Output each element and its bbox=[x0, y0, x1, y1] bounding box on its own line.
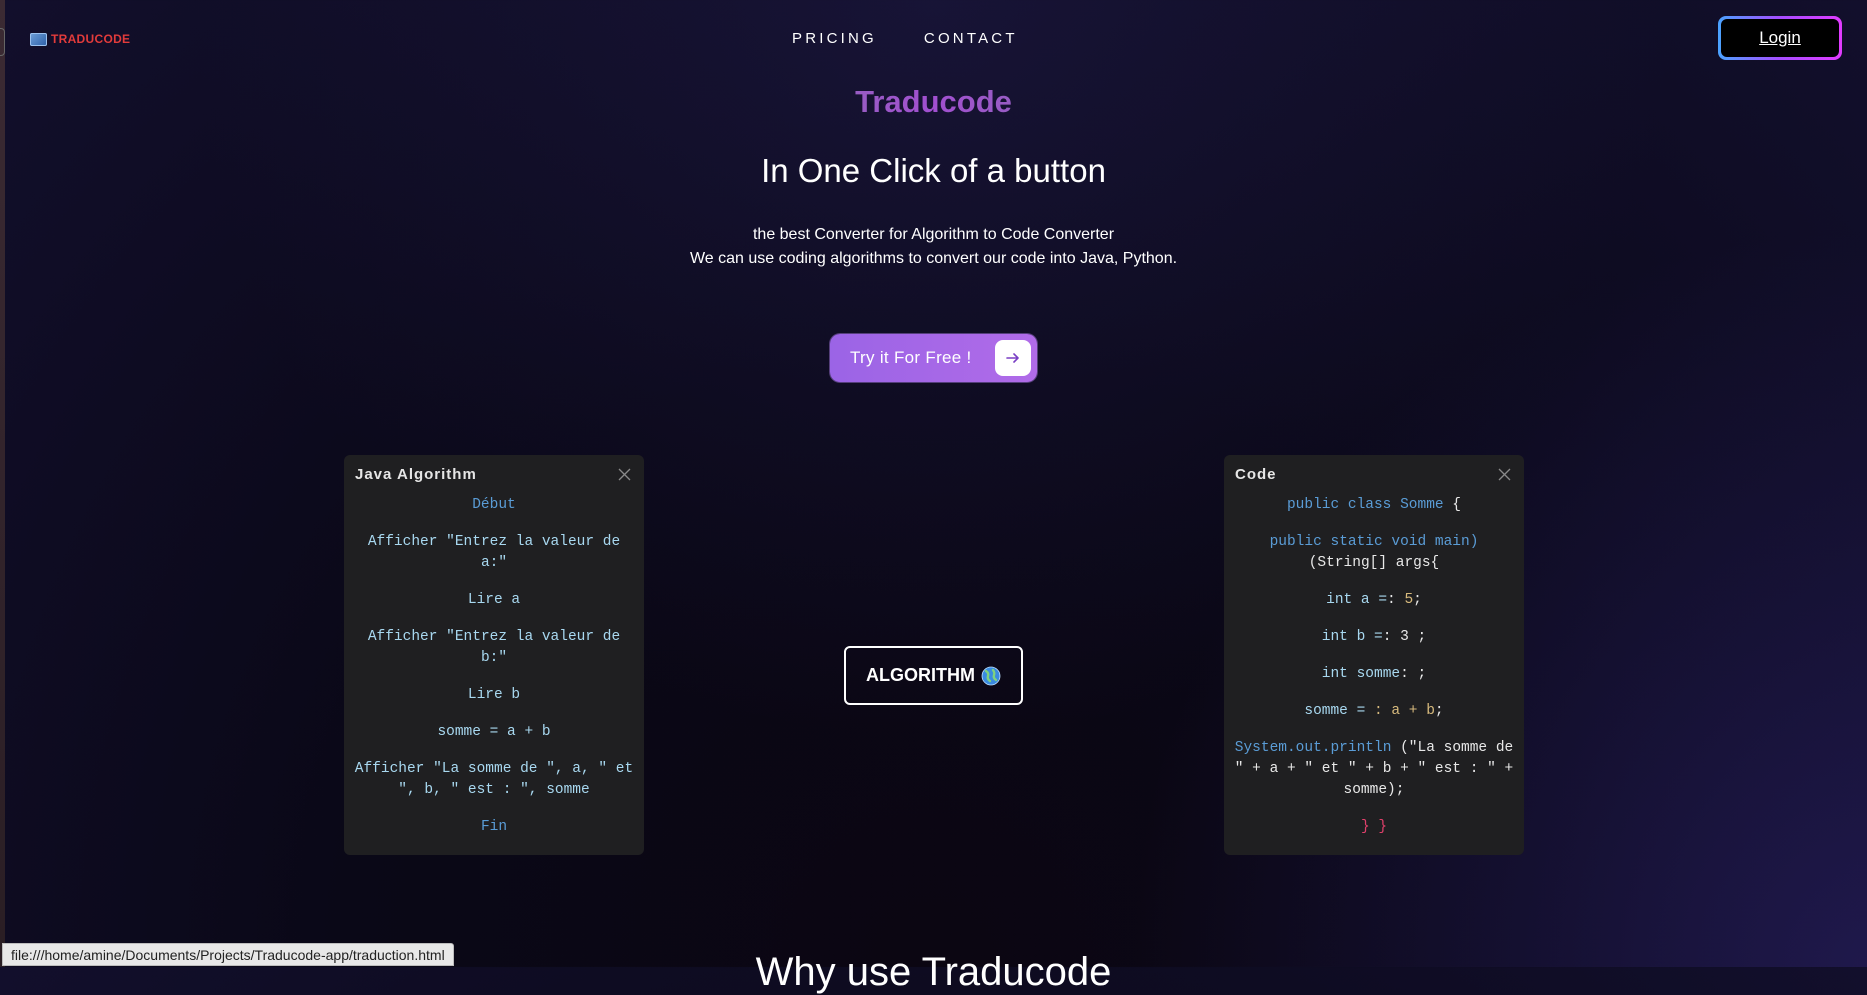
code-text: int a = bbox=[1326, 592, 1388, 608]
try-free-button[interactable]: Try it For Free ! bbox=[830, 334, 1037, 382]
main-nav: PRICING CONTACT bbox=[792, 30, 1018, 47]
hero-description: the best Converter for Algorithm to Code… bbox=[0, 223, 1867, 271]
algorithm-button[interactable]: ALGORITHM bbox=[844, 646, 1023, 705]
code-text: : a + b bbox=[1374, 703, 1435, 719]
logo[interactable]: TRADUCODE bbox=[30, 32, 130, 46]
code-line: Fin bbox=[480, 819, 508, 835]
code-keyword: public class Somme bbox=[1286, 497, 1444, 513]
hero-description-line-2: We can use coding algorithms to convert … bbox=[689, 250, 1178, 267]
logo-text: TRADUCODE bbox=[51, 32, 131, 46]
code-line: Afficher "La somme de ", a, " et ", b, "… bbox=[354, 761, 634, 798]
code-card-title: Code bbox=[1235, 466, 1277, 483]
code-line: public class Somme { bbox=[1234, 495, 1514, 516]
logo-icon bbox=[30, 32, 47, 46]
code-line: int a =: 5; bbox=[1234, 590, 1514, 611]
algorithm-button-label: ALGORITHM bbox=[866, 665, 975, 685]
close-icon[interactable] bbox=[618, 468, 631, 486]
window-left-edge bbox=[0, 0, 5, 967]
code-text: ; bbox=[1434, 703, 1444, 719]
code-text: int b = bbox=[1321, 629, 1383, 645]
code-line: Afficher "Entrez la valeur de b:" bbox=[367, 629, 621, 666]
code-text: ; bbox=[1413, 592, 1422, 608]
code-text: : ; bbox=[1400, 666, 1427, 682]
generated-code: public class Somme { public static void … bbox=[1234, 495, 1514, 854]
code-keyword: System.out.println bbox=[1234, 740, 1392, 756]
code-line: somme = : a + b; bbox=[1234, 701, 1514, 722]
code-card: Code public class Somme { public static … bbox=[1224, 455, 1524, 855]
code-line: System.out.println ("La somme de " + a +… bbox=[1234, 738, 1514, 801]
code-text: { bbox=[1443, 497, 1462, 513]
nav-link-pricing[interactable]: PRICING bbox=[792, 30, 877, 47]
algorithm-card-title: Java Algorithm bbox=[355, 466, 477, 483]
algorithm-code: Début Afficher "Entrez la valeur de a:" … bbox=[354, 495, 634, 854]
code-text: int somme bbox=[1321, 666, 1401, 682]
close-icon[interactable] bbox=[1498, 468, 1511, 486]
code-line: } } bbox=[1360, 819, 1388, 835]
nav-link-contact[interactable]: CONTACT bbox=[924, 30, 1018, 47]
code-line: int somme: ; bbox=[1234, 664, 1514, 685]
algorithm-card: Java Algorithm Début Afficher "Entrez la… bbox=[344, 455, 644, 855]
code-keyword: public static void main) bbox=[1269, 534, 1479, 550]
code-text: somme = bbox=[1304, 703, 1374, 719]
code-number: 5 bbox=[1404, 592, 1414, 608]
background-glow bbox=[0, 0, 1867, 967]
globe-icon bbox=[981, 666, 1001, 686]
code-line: somme = a + b bbox=[437, 724, 551, 740]
login-button[interactable]: Login bbox=[1718, 16, 1842, 60]
code-line: Lire b bbox=[467, 687, 521, 703]
hero-description-line-1: the best Converter for Algorithm to Code… bbox=[752, 226, 1115, 243]
code-line: Afficher "Entrez la valeur de a:" bbox=[367, 534, 621, 571]
code-line: Début bbox=[472, 497, 516, 513]
hero-subtitle: In One Click of a button bbox=[761, 152, 1106, 189]
code-text: (String[] args{ bbox=[1308, 555, 1440, 571]
login-button-label: Login bbox=[1721, 19, 1839, 57]
code-text: : bbox=[1387, 592, 1405, 608]
code-line: Lire a bbox=[467, 592, 521, 608]
code-line: int b =: 3 ; bbox=[1234, 627, 1514, 648]
status-bar-url: file:///home/amine/Documents/Projects/Tr… bbox=[2, 943, 454, 966]
code-line: public static void main) (String[] args{ bbox=[1234, 532, 1514, 574]
arrow-right-icon bbox=[995, 340, 1031, 376]
window-edge-tab bbox=[0, 28, 5, 56]
hero-title: Traducode bbox=[0, 84, 1867, 120]
try-free-button-label: Try it For Free ! bbox=[850, 348, 972, 367]
code-text: : 3 ; bbox=[1382, 629, 1427, 645]
